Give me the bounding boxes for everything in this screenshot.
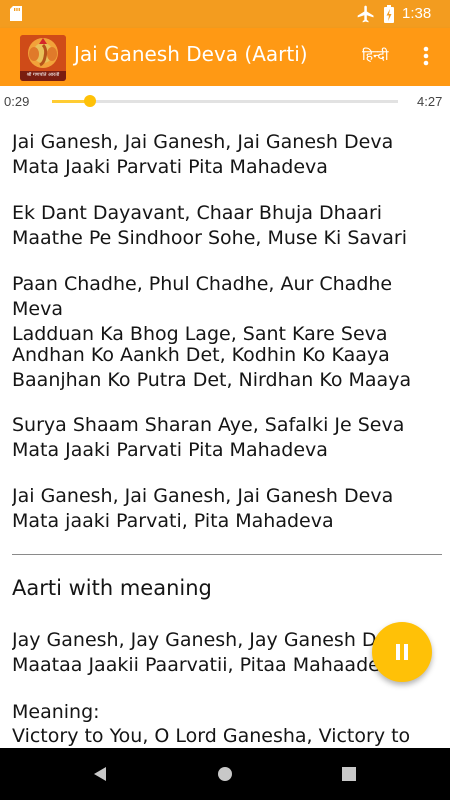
- app-bar: श्री गणपति आरती Jai Ganesh Deva (Aarti) …: [0, 28, 450, 86]
- meaning-verse: Jay Ganesh, Jay Ganesh, Jay Ganesh Deva …: [12, 629, 411, 676]
- sd-card-icon: [10, 6, 22, 21]
- meaning-heading: Aarti with meaning: [12, 576, 212, 600]
- recents-icon[interactable]: [339, 764, 359, 784]
- section-divider: [12, 554, 442, 555]
- home-icon[interactable]: [215, 764, 235, 784]
- meaning-label: Meaning:: [12, 701, 100, 723]
- stanza-6: Jai Ganesh, Jai Ganesh, Jai Ganesh Deva …: [12, 485, 394, 532]
- seek-thumb[interactable]: [83, 95, 96, 107]
- more-vert-icon[interactable]: [418, 44, 434, 68]
- stanza-5: Surya Shaam Sharan Aye, Safalki Je Seva …: [12, 414, 405, 461]
- status-bar: 1:38: [0, 0, 450, 28]
- app-title: Jai Ganesh Deva (Aarti): [74, 42, 308, 66]
- navigation-bar: [0, 748, 450, 800]
- stanza-1: Jai Ganesh, Jai Ganesh, Jai Ganesh Deva …: [12, 131, 394, 178]
- meaning-text: Victory to You, O Lord Ganesha, Victory …: [12, 725, 411, 747]
- stanza-2: Ek Dant Dayavant, Chaar Bhuja Dhaari Maa…: [12, 202, 408, 249]
- language-button[interactable]: हिन्दी: [362, 46, 388, 65]
- stanza-4: Andhan Ko Aankh Det, Kodhin Ko Kaaya Baa…: [12, 344, 412, 391]
- airplane-icon: [357, 5, 374, 23]
- app-logo: श्री गणपति आरती: [20, 35, 66, 81]
- logo-caption: श्री गणपति आरती: [26, 72, 60, 78]
- pause-icon: [396, 644, 408, 660]
- elapsed-time: 0:29: [4, 94, 30, 109]
- audio-player: 0:29 4:27: [0, 86, 450, 118]
- seek-bar[interactable]: [52, 95, 398, 107]
- battery-icon: [384, 5, 394, 23]
- pause-button[interactable]: [372, 622, 432, 682]
- status-time: 1:38: [402, 5, 432, 22]
- stanza-3: Paan Chadhe, Phul Chadhe, Aur Chadhe Mev…: [12, 273, 393, 345]
- back-icon[interactable]: [90, 764, 110, 784]
- total-time: 4:27: [417, 94, 443, 109]
